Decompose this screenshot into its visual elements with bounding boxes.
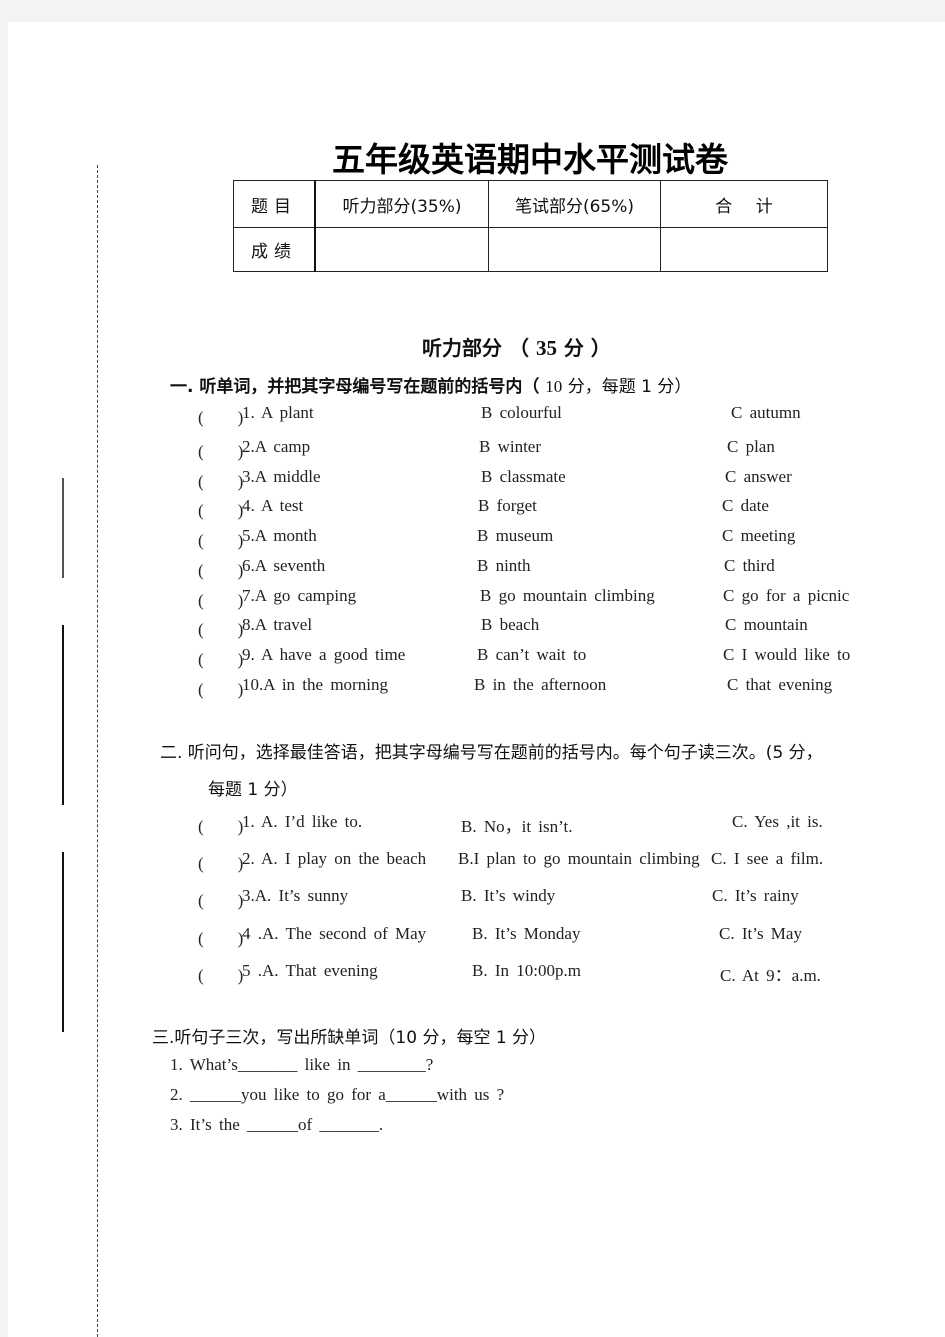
option-b: B colourful xyxy=(481,403,562,422)
option-a: 4. A test xyxy=(242,496,304,515)
score-cell-total: 合 计 xyxy=(660,180,828,228)
answer-bracket[interactable]: ( ) xyxy=(198,812,243,837)
score-table: 题目 听力部分(35%) 笔试部分(65%) 合 计 成绩 xyxy=(233,180,828,272)
option-b: B go mountain climbing xyxy=(480,586,655,605)
section-title-text: 听力部分 （ xyxy=(422,336,536,360)
answer-bracket[interactable]: ( ) xyxy=(198,526,243,551)
part1-heading-points: 10 xyxy=(545,377,563,396)
option-c: C meeting xyxy=(722,526,796,545)
option-a: 5 .A. That evening xyxy=(242,961,378,980)
fill-in-item: 2. ______you like to go for a______with … xyxy=(170,1085,505,1104)
score-cell-label: 题目 xyxy=(233,180,316,228)
option-a: 1. A. I’d like to. xyxy=(242,812,363,831)
answer-bracket[interactable]: ( ) xyxy=(198,886,243,911)
option-a: 7.A go camping xyxy=(242,586,357,605)
option-b: B ninth xyxy=(477,556,531,575)
option-b: B. No，it isn’t. xyxy=(461,817,573,836)
answer-bracket[interactable]: ( ) xyxy=(198,556,243,581)
answer-bracket[interactable]: ( ) xyxy=(198,615,243,640)
score-table-score-row: 成绩 xyxy=(233,227,828,272)
part1-heading-main: 一. 听单词，并把其字母编号写在题前的括号内（ xyxy=(170,377,546,397)
option-b: B winter xyxy=(479,437,542,456)
option-b: B. It’s Monday xyxy=(472,924,581,943)
option-a: 1. A plant xyxy=(242,403,314,422)
section-points: 35 xyxy=(535,336,557,360)
score-cell-listening-value[interactable] xyxy=(314,227,489,272)
score-cell-total-value[interactable] xyxy=(660,227,828,272)
option-c: C date xyxy=(722,496,769,515)
answer-bracket[interactable]: ( ) xyxy=(198,961,243,986)
option-a: 9. A have a good time xyxy=(242,645,406,664)
answer-bracket[interactable]: ( ) xyxy=(198,403,243,428)
answer-bracket[interactable]: ( ) xyxy=(198,437,243,462)
option-c: C. At 9：a.m. xyxy=(720,966,821,985)
section-title-suffix: 分 ） xyxy=(556,336,611,360)
option-b: B. In 10:00p.m xyxy=(472,961,581,980)
exam-title: 五年级英语期中水平测试卷 xyxy=(332,140,728,179)
listening-section-title: 听力部分 （ 35 分 ） xyxy=(422,332,611,361)
part1-heading: 一. 听单词，并把其字母编号写在题前的括号内（ 10 分，每题 1 分） xyxy=(170,372,691,397)
option-c: C third xyxy=(724,556,775,575)
option-a: 10.A in the morning xyxy=(242,675,388,694)
option-c: C. I see a film. xyxy=(711,849,824,868)
answer-bracket[interactable]: ( ) xyxy=(198,849,243,874)
option-a: 2.A camp xyxy=(242,437,311,456)
margin-bar xyxy=(62,852,64,1032)
part2-heading-cont: 每题 1 分） xyxy=(208,780,298,800)
score-table-header-row: 题目 听力部分(35%) 笔试部分(65%) 合 计 xyxy=(233,180,828,228)
fill-in-item: 3. It’s the ______of _______. xyxy=(170,1115,384,1134)
binding-dashed-line xyxy=(97,165,98,1337)
answer-bracket[interactable]: ( ) xyxy=(198,496,243,521)
option-a: 8.A travel xyxy=(242,615,313,634)
option-a: 3.A middle xyxy=(242,467,321,486)
option-c: C. It’s May xyxy=(719,924,802,943)
option-c: C I would like to xyxy=(723,645,851,664)
part3-heading: 三.听句子三次，写出所缺单词（10 分，每空 1 分） xyxy=(152,1028,547,1048)
score-cell-written: 笔试部分(65%) xyxy=(488,180,661,228)
option-b: B forget xyxy=(478,496,537,515)
option-a: 6.A seventh xyxy=(242,556,326,575)
score-cell-written-value[interactable] xyxy=(488,227,661,272)
option-c: C mountain xyxy=(725,615,808,634)
answer-bracket[interactable]: ( ) xyxy=(198,645,243,670)
score-cell-label: 成绩 xyxy=(233,227,316,272)
option-a: 3.A. It’s sunny xyxy=(242,886,349,905)
fill-in-item: 1. What’s_______ like in ________? xyxy=(170,1055,434,1074)
answer-bracket[interactable]: ( ) xyxy=(198,586,243,611)
option-c: C. Yes ,it is. xyxy=(732,812,823,831)
part2-heading: 二. 听问句，选择最佳答语，把其字母编号写在题前的括号内。每个句子读三次。(5 … xyxy=(160,743,823,763)
option-b: B in the afternoon xyxy=(474,675,607,694)
part1-heading-tail: 分，每题 1 分） xyxy=(562,377,692,397)
option-a: 5.A month xyxy=(242,526,317,545)
option-b: B museum xyxy=(477,526,554,545)
option-b: B beach xyxy=(481,615,540,634)
margin-bar xyxy=(62,625,64,805)
option-a: 2. A. I play on the beach xyxy=(242,849,427,868)
option-c: C plan xyxy=(727,437,775,456)
option-c: C answer xyxy=(725,467,792,486)
answer-bracket[interactable]: ( ) xyxy=(198,675,243,700)
option-b: B. It’s windy xyxy=(461,886,556,905)
option-c: C go for a picnic xyxy=(723,586,850,605)
answer-bracket[interactable]: ( ) xyxy=(198,467,243,492)
option-b: B.I plan to go mountain climbing xyxy=(458,849,700,868)
option-c: C. It’s rainy xyxy=(712,886,799,905)
option-a: 4 .A. The second of May xyxy=(242,924,427,943)
option-b: B can’t wait to xyxy=(477,645,587,664)
answer-bracket[interactable]: ( ) xyxy=(198,924,243,949)
option-c: C that evening xyxy=(727,675,833,694)
margin-bar xyxy=(62,478,64,578)
score-cell-listening: 听力部分(35%) xyxy=(314,180,489,228)
option-c: C autumn xyxy=(731,403,801,422)
option-b: B classmate xyxy=(481,467,566,486)
